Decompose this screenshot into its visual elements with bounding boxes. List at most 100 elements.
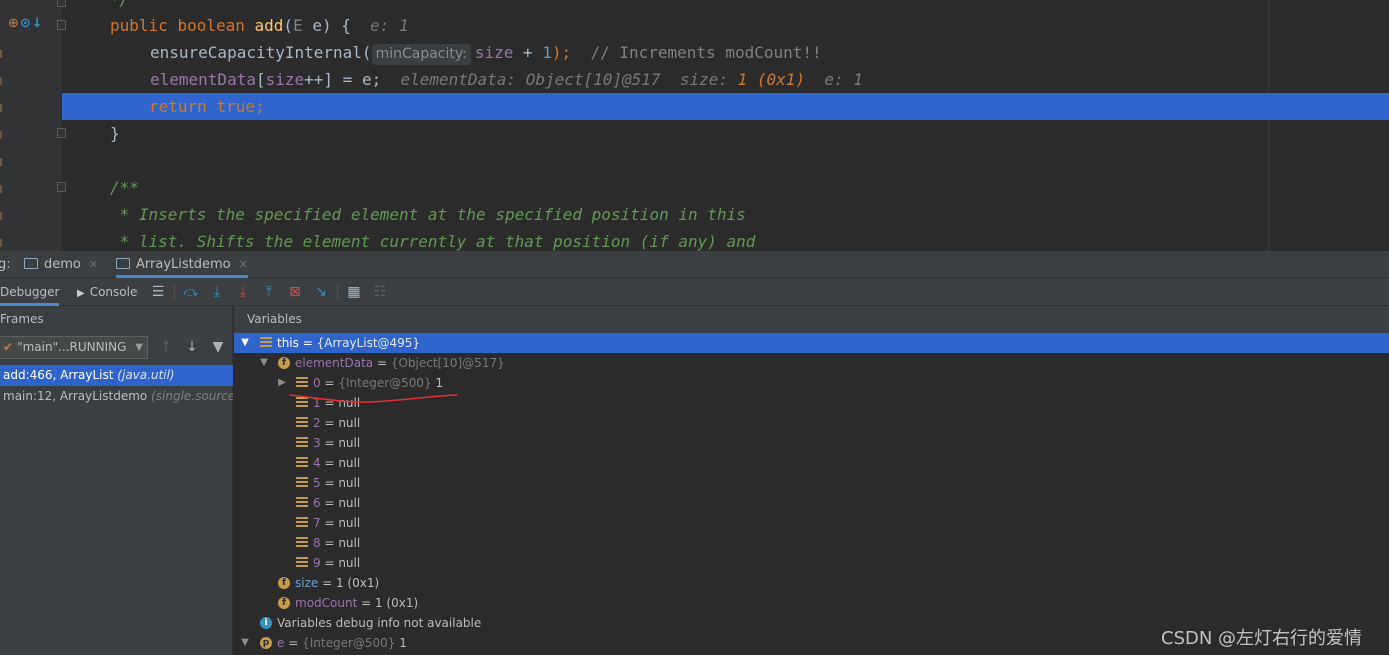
code-line-close-brace[interactable]: } [110, 120, 120, 147]
variable-row-item[interactable]: 2 = null [234, 413, 1389, 433]
frame-down-icon[interactable]: ↓ [184, 339, 200, 355]
chevron-right-icon[interactable]: ▶ [277, 373, 287, 393]
variable-row-item[interactable]: 7 = null [234, 513, 1389, 533]
execution-point-line[interactable]: return true; [62, 93, 1389, 120]
code-editor[interactable]: ⊕⊙↓ */ public boolean add(E e) { e: 1 en… [0, 0, 1389, 251]
step-out-icon[interactable]: ⤒ [261, 284, 277, 300]
code-line-assign[interactable]: elementData[size++] = e; elementData: Ob… [150, 66, 863, 93]
punctuation: ); [551, 43, 572, 62]
fold-marker[interactable] [57, 0, 66, 7]
frame-package: (single.sourceC [151, 389, 233, 403]
fold-marker[interactable] [57, 182, 66, 192]
tab-debugger[interactable]: Debugger [0, 278, 60, 306]
var-value: 1 [395, 636, 407, 650]
drop-frame-icon[interactable]: ⊠ [287, 284, 303, 300]
var-name: 3 [313, 436, 321, 450]
parameter-icon: p [260, 637, 272, 649]
tab-label: Debugger [0, 285, 60, 299]
fold-marker[interactable] [57, 128, 66, 138]
variable-row-item[interactable]: ▶ 0 = {Integer@500} 1 [234, 373, 1389, 393]
gutter-change-marker [0, 104, 2, 112]
number-literal: 1 [542, 43, 552, 62]
frame-row[interactable]: add:466, ArrayList (java.util) [0, 365, 233, 386]
variable-row-size[interactable]: f size = 1 (0x1) [234, 573, 1389, 593]
var-value: {ArrayList@495} [316, 336, 421, 350]
var-name: 8 [313, 536, 321, 550]
variable-row-elementdata[interactable]: ▼ f elementData = {Object[10]@517} [234, 353, 1389, 373]
chevron-down-icon[interactable]: ▼ [259, 353, 269, 373]
run-config-icon [24, 258, 38, 269]
var-value: = null [320, 436, 361, 450]
chevron-down-icon[interactable]: ▼ [240, 633, 250, 653]
inline-debug-label: size: [679, 70, 728, 89]
run-to-cursor-icon[interactable]: ↘ [313, 284, 329, 300]
field-icon: f [278, 597, 290, 609]
field-icon: f [278, 577, 290, 589]
frame-up-icon[interactable]: ↑ [158, 339, 174, 355]
filter-icon[interactable]: ▼ [210, 339, 226, 355]
var-name: 7 [313, 516, 321, 530]
info-text: Variables debug info not available [277, 616, 482, 630]
code-line-ensure-capacity[interactable]: ensureCapacityInternal(minCapacity: size … [150, 39, 822, 66]
var-value: 1 [431, 376, 444, 390]
var-type: {Integer@500} [338, 376, 432, 390]
array-element-icon [296, 537, 308, 549]
variable-row-item[interactable]: 1 = null [234, 393, 1389, 413]
field-ref: size [474, 43, 514, 62]
variable-row-item[interactable]: 5 = null [234, 473, 1389, 493]
var-eq: = [373, 356, 391, 370]
info-icon: i [260, 617, 272, 629]
thread-selector[interactable]: ✔ "main"...RUNNING ▼ [0, 336, 148, 359]
variable-row-item[interactable]: 3 = null [234, 433, 1389, 453]
tab-console[interactable]: ▶ Console [77, 278, 137, 306]
panel-header [234, 306, 1389, 333]
brace: } [110, 124, 120, 143]
implements-icon[interactable]: ⊕ [8, 16, 20, 31]
method-call: ensureCapacityInternal( [150, 43, 372, 62]
tab-demo[interactable]: demo ✕ [24, 251, 98, 278]
editor-gutter[interactable]: ⊕⊙↓ [0, 0, 62, 251]
frame-package: (java.util) [117, 368, 175, 382]
var-name: 0 [313, 376, 321, 390]
fold-marker[interactable] [57, 20, 66, 30]
variable-row-item[interactable]: 8 = null [234, 533, 1389, 553]
code-line-doc[interactable]: * list. Shifts the element currently at … [110, 228, 756, 251]
panel-title: Frames [0, 312, 44, 326]
variable-row-this[interactable]: ▼ this = {ArrayList@495} [234, 333, 1389, 353]
step-into-icon[interactable]: ⤓ [235, 284, 251, 300]
keyword: boolean [177, 16, 245, 35]
tab-label: ArrayListdemo [136, 257, 231, 272]
frame-row[interactable]: main:12, ArrayListdemo (single.sourceC [0, 386, 233, 407]
menu-lines-icon[interactable]: ☰ [150, 284, 166, 300]
run-config-icon [116, 258, 130, 269]
var-value: = null [320, 396, 361, 410]
code-line-doc[interactable]: * Inserts the specified element at the s… [110, 201, 746, 228]
code-line-method-signature[interactable]: public boolean add(E e) { e: 1 [110, 12, 409, 39]
frames-panel: Frames ✔ "main"...RUNNING ▼ ↑ ↓ ▼ add:466,… [0, 306, 233, 655]
code-line-doc[interactable]: /** [110, 174, 139, 201]
overridden-down-icon[interactable]: ⊙↓ [20, 16, 44, 31]
variable-row-item[interactable]: 9 = null [234, 553, 1389, 573]
variable-row-item[interactable]: 4 = null [234, 453, 1389, 473]
variable-row-modcount[interactable]: f modCount = 1 (0x1) [234, 593, 1389, 613]
variable-row-item[interactable]: 6 = null [234, 493, 1389, 513]
chevron-down-icon[interactable]: ▼ [240, 333, 250, 353]
override-markers[interactable]: ⊕⊙↓ [8, 16, 44, 31]
debugger-toolbar: Debugger ▶ Console ☰ ⤼ ⤓ ⤓ ⤒ ⊠ ↘ ▦ ☷ [0, 278, 1389, 306]
check-icon: ✔ [3, 340, 14, 354]
close-icon[interactable]: ✕ [89, 258, 98, 271]
close-icon[interactable]: ✕ [239, 258, 248, 271]
gutter-change-marker [0, 50, 2, 58]
var-value: = null [320, 516, 361, 530]
trace-streams-icon[interactable]: ☷ [372, 284, 388, 300]
step-over-icon[interactable]: ⤓ [209, 284, 225, 300]
array-element-icon [296, 457, 308, 469]
evaluate-expression-icon[interactable]: ▦ [346, 284, 362, 300]
tab-arraylistdemo[interactable]: ArrayListdemo ✕ [116, 251, 248, 278]
inline-debug-value: elementData: Object[10]@517 [400, 70, 661, 89]
var-value: = null [320, 456, 361, 470]
gutter-change-marker [0, 77, 2, 85]
show-execution-point-icon[interactable]: ⤼ [183, 284, 199, 300]
watermark: CSDN @左灯右行的爱情 [1161, 628, 1363, 649]
array-element-icon [296, 397, 308, 409]
